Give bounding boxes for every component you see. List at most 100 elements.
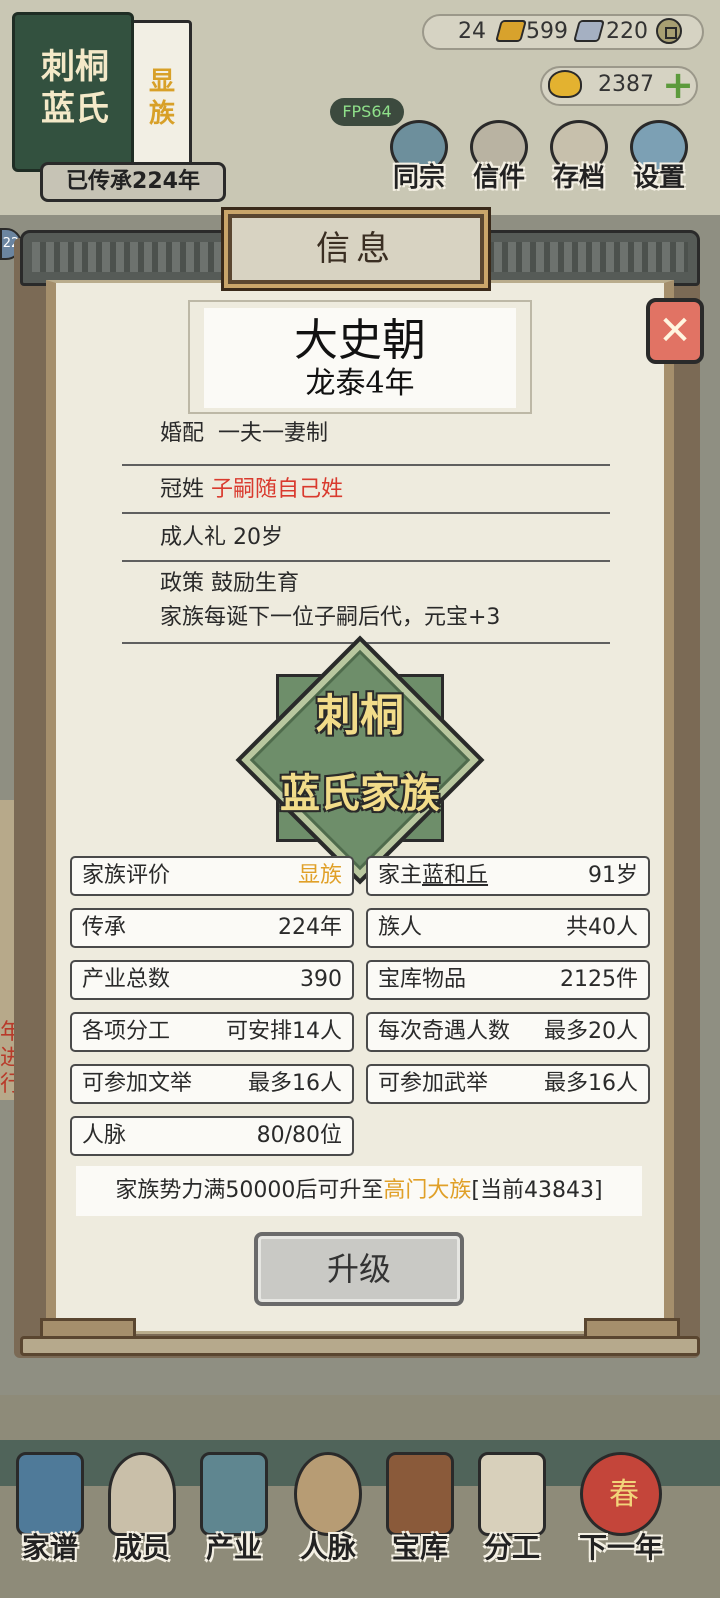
- marriage-value: 一夫一妻制: [218, 421, 329, 446]
- nav-division-label: 分工: [483, 1531, 540, 1564]
- nav-letters-button[interactable]: 信件: [460, 120, 538, 198]
- notice-target-rank: 高门大族: [383, 1178, 472, 1203]
- gold-bar-count: 24: [458, 19, 486, 44]
- coming-of-age-row: 成人礼 20岁: [160, 522, 283, 554]
- emblem-family-name: 蓝氏家族: [280, 770, 440, 817]
- dialog-title: 信息: [228, 214, 484, 284]
- yuanbao-icon: [548, 70, 582, 98]
- nav-clan-label: 同宗: [392, 163, 445, 193]
- nav-save-label: 存档: [552, 163, 605, 193]
- industry-building-icon: [200, 1452, 268, 1536]
- divider: [122, 464, 610, 466]
- stat-value: 91岁: [588, 863, 638, 888]
- stat-value: 最多16人: [248, 1071, 342, 1096]
- stat-connections: 人脉 80/80位: [70, 1116, 354, 1156]
- close-button[interactable]: ✕: [646, 298, 704, 364]
- policy-label: 政策: [160, 571, 205, 596]
- surname-value: 子嗣随自己姓: [211, 477, 344, 502]
- stat-label: 宝库物品: [378, 967, 467, 992]
- nav-letters-label: 信件: [472, 163, 525, 193]
- nav-network-label: 人脉: [299, 1531, 356, 1564]
- stat-value: 最多20人: [544, 1019, 638, 1044]
- upgrade-button[interactable]: 升级: [254, 1232, 464, 1306]
- surname-label: 冠姓: [160, 477, 205, 502]
- treasure-chest-icon: [386, 1452, 454, 1536]
- lantern-icon: 春: [580, 1452, 662, 1536]
- nav-genealogy-label: 家谱: [21, 1531, 78, 1564]
- nav-settings-button[interactable]: 设置: [620, 120, 698, 198]
- dynasty-name: 大史朝: [294, 315, 426, 366]
- nav-members-label: 成员: [113, 1531, 170, 1564]
- family-plaque[interactable]: 刺桐 蓝氏 显族 已传承224年: [12, 12, 226, 202]
- scroll-icon: [478, 1452, 546, 1536]
- stat-label: 可参加文举: [82, 1071, 193, 1096]
- stat-family-rating: 家族评价 显族: [70, 856, 354, 896]
- surname-row: 冠姓 子嗣随自己姓: [160, 474, 343, 506]
- coin-count: 220: [606, 19, 648, 44]
- stat-value: 390: [300, 967, 342, 992]
- stat-value: 最多16人: [544, 1071, 638, 1096]
- stat-value: 224年: [278, 915, 342, 940]
- stat-industry-total: 产业总数 390: [70, 960, 354, 1000]
- silver-bar-count: 599: [526, 19, 568, 44]
- stat-members: 族人 共40人: [366, 908, 650, 948]
- stat-encounter-count: 每次奇遇人数 最多20人: [366, 1012, 650, 1052]
- notice-prefix: 家族势力满50000后可升至: [115, 1178, 384, 1203]
- network-icon: [294, 1452, 362, 1536]
- policy-value: 鼓励生育: [211, 571, 300, 596]
- stat-civil-exam: 可参加文举 最多16人: [70, 1064, 354, 1104]
- nav-members-button[interactable]: 成员: [96, 1452, 188, 1582]
- coming-of-age-label: 成人礼: [160, 525, 227, 550]
- marriage-row: 婚配 一夫一妻制: [160, 418, 328, 450]
- nav-industry-button[interactable]: 产业: [188, 1452, 280, 1582]
- stat-treasury-items: 宝库物品 2125件: [366, 960, 650, 1000]
- genealogy-book-icon: [16, 1452, 84, 1536]
- nav-genealogy-button[interactable]: 家谱: [4, 1452, 96, 1582]
- dialog-bottom-rail: [20, 1336, 700, 1356]
- close-icon: ✕: [658, 308, 692, 354]
- stat-label: 人脉: [82, 1123, 127, 1148]
- stat-label: 家主蓝和丘: [378, 863, 489, 888]
- policy-row: 政策 鼓励生育: [160, 568, 299, 600]
- inherited-years-ribbon: 已传承224年: [40, 162, 226, 202]
- yuanbao-count: 2387: [598, 72, 654, 97]
- stat-value: 可安排14人: [226, 1019, 342, 1044]
- era-year: 龙泰4年: [305, 366, 415, 401]
- stat-value: 共40人: [566, 915, 638, 940]
- nav-division-button[interactable]: 分工: [466, 1452, 558, 1582]
- stat-value: 80/80位: [256, 1123, 342, 1148]
- nav-save-button[interactable]: 存档: [540, 120, 618, 198]
- stat-value: 2125件: [560, 967, 638, 992]
- nav-settings-label: 设置: [632, 163, 685, 193]
- notice-current-power: [当前43843]: [471, 1178, 603, 1203]
- stat-label: 产业总数: [82, 967, 171, 992]
- policy-description: 家族每诞下一位子嗣后代，元宝+3: [160, 605, 501, 630]
- stat-label: 每次奇遇人数: [378, 1019, 511, 1044]
- divider: [122, 512, 610, 514]
- nav-clan-button[interactable]: 同宗: [380, 120, 458, 198]
- stat-value: 显族: [297, 863, 342, 888]
- nav-treasury-label: 宝库: [391, 1531, 448, 1564]
- stat-inheritance: 传承 224年: [70, 908, 354, 948]
- stat-family-head: 家主蓝和丘 91岁: [366, 856, 650, 896]
- plaque-rank: 显族: [148, 67, 175, 129]
- family-head-name-link[interactable]: 蓝和丘: [422, 863, 488, 888]
- stat-label: 传承: [82, 915, 127, 940]
- nav-network-button[interactable]: 人脉: [282, 1452, 374, 1582]
- stat-military-exam: 可参加武举 最多16人: [366, 1064, 650, 1104]
- marriage-label: 婚配: [160, 421, 205, 446]
- nav-treasury-button[interactable]: 宝库: [374, 1452, 466, 1582]
- next-year-button[interactable]: 春 下一年: [566, 1452, 676, 1582]
- stat-label: 族人: [378, 915, 423, 940]
- member-portrait-icon: [108, 1452, 176, 1536]
- spring-badge: 春: [609, 1477, 639, 1512]
- nav-industry-label: 产业: [205, 1531, 262, 1564]
- copper-coin-icon: [656, 18, 682, 44]
- plaque-family-title: 刺桐 蓝氏: [41, 47, 109, 129]
- coming-of-age-value: 20岁: [233, 525, 284, 550]
- stat-label: 可参加武举: [378, 1071, 489, 1096]
- add-yuanbao-button[interactable]: +: [660, 66, 696, 104]
- stat-label: 家族评价: [82, 863, 171, 888]
- divider: [122, 560, 610, 562]
- next-year-label: 下一年: [578, 1531, 663, 1564]
